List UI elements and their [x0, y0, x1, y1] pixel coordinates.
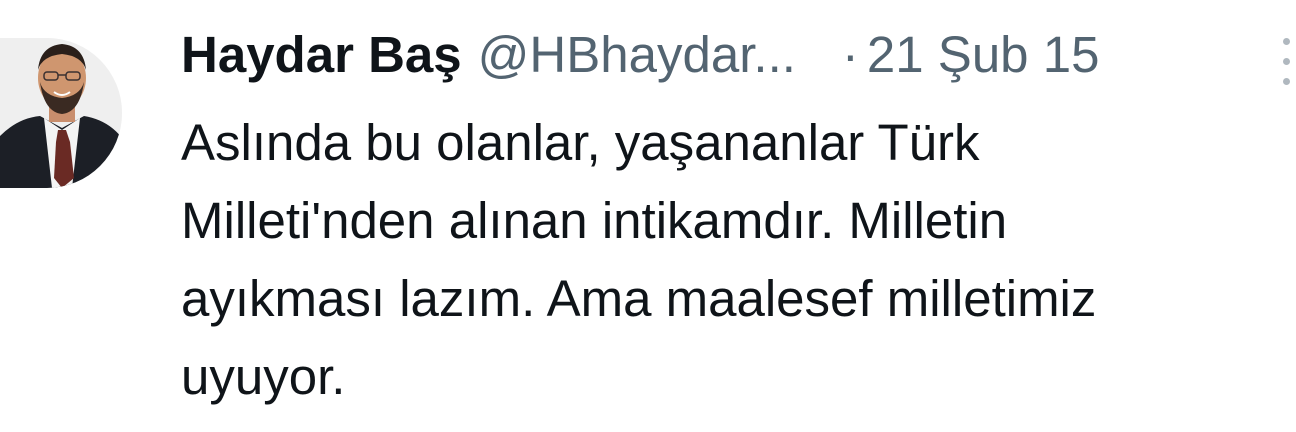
- tweet-date[interactable]: 21 Şub 15: [867, 26, 1100, 84]
- tweet-header: Haydar Baş @HBhaydar... · 21 Şub 15: [181, 26, 1099, 84]
- profile-photo-icon: [0, 38, 122, 188]
- tweet-text-line: Aslında bu olanlar, yaşananlar Türk: [181, 114, 980, 171]
- tweet-text-line: ayıkması lazım. Ama maalesef milletimiz: [181, 270, 1097, 327]
- tweet-text: Aslında bu olanlar, yaşananlar Türk Mill…: [181, 104, 1296, 416]
- tweet: Haydar Baş @HBhaydar... · 21 Şub 15 Aslı…: [0, 0, 1296, 432]
- separator-dot: ·: [841, 26, 859, 83]
- tweet-text-line: uyuyor.: [181, 348, 346, 405]
- more-options-icon[interactable]: [1278, 36, 1296, 88]
- display-name[interactable]: Haydar Baş: [181, 26, 462, 84]
- user-handle[interactable]: @HBhaydar...: [478, 26, 796, 84]
- avatar[interactable]: [0, 38, 122, 188]
- tweet-text-line: Milleti'nden alınan intikamdır. Milletin: [181, 192, 1008, 249]
